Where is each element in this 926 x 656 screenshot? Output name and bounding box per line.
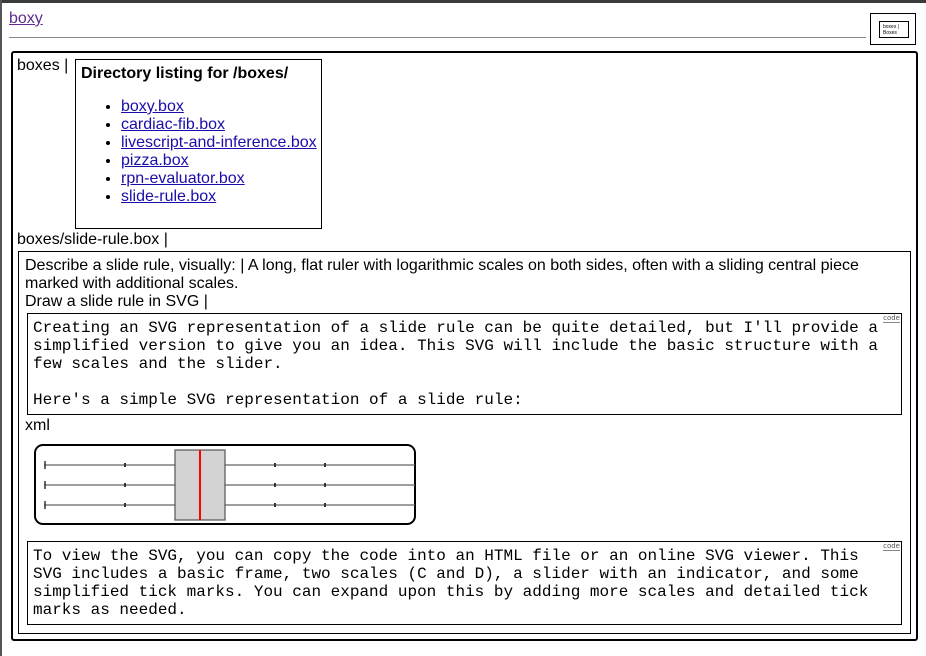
file-link[interactable]: rpn-evaluator.box xyxy=(121,170,245,187)
code-tag[interactable]: code xyxy=(883,315,900,323)
thumbnail-inner-box: boxes | Boxes xyxy=(879,21,909,38)
tick-mark xyxy=(124,503,126,507)
code-text: To view the SVG, you can copy the code i… xyxy=(33,547,878,619)
code-tag[interactable]: code xyxy=(883,543,900,551)
directory-list: boxy.box cardiac-fib.box livescript-and-… xyxy=(76,98,317,206)
code-block-intro: Creating an SVG representation of a slid… xyxy=(27,313,902,415)
directory-listing: Directory listing for /boxes/ boxy.box c… xyxy=(75,59,322,229)
slide-rule-drawing xyxy=(34,444,417,526)
thumbnail-line-2: Boxes xyxy=(883,30,897,36)
list-item: livescript-and-inference.box xyxy=(121,134,317,152)
tick-mark xyxy=(274,503,276,507)
xml-label: xml xyxy=(25,417,50,434)
tick-mark xyxy=(324,483,326,487)
file-link[interactable]: livescript-and-inference.box xyxy=(121,134,317,151)
tick-mark xyxy=(124,463,126,467)
file-link[interactable]: cardiac-fib.box xyxy=(121,116,225,133)
tick-mark xyxy=(324,463,326,467)
tick-mark xyxy=(324,503,326,507)
code-block-outro: To view the SVG, you can copy the code i… xyxy=(27,541,902,625)
tick-mark xyxy=(124,483,126,487)
boxes-label: boxes | xyxy=(17,57,69,74)
left-border xyxy=(0,0,2,656)
tick-mark xyxy=(274,463,276,467)
tick-mark xyxy=(274,483,276,487)
list-item: slide-rule.box xyxy=(121,188,317,206)
describe-prompt: Describe a slide rule, visually: | A lon… xyxy=(25,257,859,292)
file-link[interactable]: pizza.box xyxy=(121,152,189,169)
directory-title: Directory listing for /boxes/ xyxy=(81,65,289,82)
list-item: rpn-evaluator.box xyxy=(121,170,317,188)
code-text: Creating an SVG representation of a slid… xyxy=(33,319,878,409)
list-item: cardiac-fib.box xyxy=(121,116,317,134)
draw-prompt: Draw a slide rule in SVG | xyxy=(25,293,208,310)
top-border xyxy=(0,0,926,3)
box-path-label: boxes/slide-rule.box | xyxy=(17,231,168,248)
header-divider xyxy=(9,37,866,38)
site-home-link[interactable]: boxy xyxy=(9,10,43,28)
file-link[interactable]: boxy.box xyxy=(121,98,184,115)
file-link[interactable]: slide-rule.box xyxy=(121,188,216,205)
list-item: boxy.box xyxy=(121,98,317,116)
list-item: pizza.box xyxy=(121,152,317,170)
page-thumbnail[interactable]: boxes | Boxes xyxy=(870,13,916,45)
